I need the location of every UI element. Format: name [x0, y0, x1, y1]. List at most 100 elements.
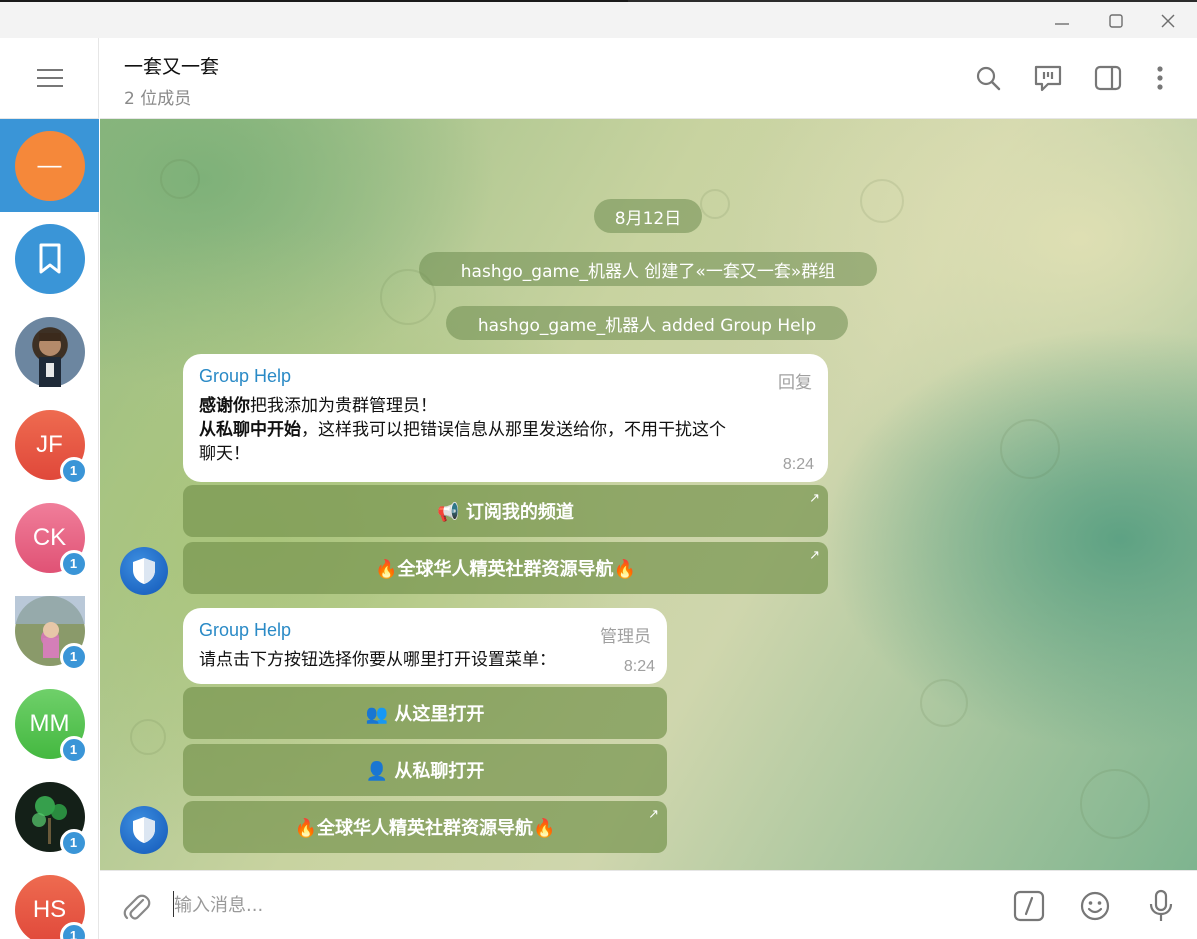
chat-item-hs[interactable]: HS 1 [0, 863, 99, 939]
photo-avatar-image [38, 332, 61, 387]
date-separator: 8月12日 [594, 199, 702, 233]
chat-background: 8月12日 hashgo_game_机器人 创建了«一套又一套»群组 hashg… [100, 119, 1197, 870]
background-doodle [1000, 419, 1060, 479]
message-text-part: ，这样我可以把错误信息从那里发送给你，不用干扰这个 [301, 420, 726, 440]
date-text: 8月12日 [614, 208, 682, 229]
bot-commands-button[interactable] [1010, 887, 1048, 925]
avatar-initials: CK [32, 523, 67, 551]
chat-item-contact-photo-3[interactable]: 1 [0, 770, 99, 863]
bot-command-icon [1013, 890, 1045, 922]
unread-badge: 1 [59, 921, 88, 939]
message-bold-text: 从私聊中开始 [199, 420, 301, 440]
service-message: hashgo_game_机器人 added Group Help [446, 306, 848, 340]
sidebar-toggle-icon [1094, 65, 1122, 91]
microphone-icon [1149, 889, 1173, 921]
background-doodle [160, 159, 200, 199]
chat-list-sidebar: — JF 1 CK 1 1 MM 1 1 HS 1 [0, 38, 99, 939]
chat-item-mm[interactable]: MM 1 [0, 677, 99, 770]
more-icon [1157, 66, 1163, 90]
attach-icon [123, 894, 151, 920]
shield-icon [133, 558, 155, 584]
shield-icon [133, 817, 155, 843]
chat-item-jf[interactable]: JF 1 [0, 398, 99, 491]
bot-avatar[interactable] [120, 806, 168, 854]
sender-name[interactable]: Group Help [199, 366, 291, 387]
message-text: 感谢你把我添加为贵群管理员！ 从私聊中开始，这样我可以把错误信息从那里发送给你，… [199, 394, 726, 466]
chat-item-ck[interactable]: CK 1 [0, 491, 99, 584]
avatar: CK 1 [14, 502, 88, 578]
avatar-initials: JF [36, 430, 63, 458]
chat-item-contact-photo-1[interactable] [0, 305, 99, 398]
service-message: hashgo_game_机器人 创建了«一套又一套»群组 [419, 252, 877, 286]
avatar-initials: HS [32, 895, 67, 923]
message-text-part: 把我添加为贵群管理员！ [250, 396, 437, 416]
avatar-initials: — [37, 151, 62, 179]
avatar: MM 1 [14, 688, 88, 764]
chat-item-contact-photo-2[interactable]: 1 [0, 584, 99, 677]
bot-avatar[interactable] [120, 547, 168, 595]
emoji-button[interactable] [1076, 887, 1114, 925]
maximize-icon [1109, 14, 1123, 28]
window-titlebar [0, 0, 1197, 38]
unread-badge: 1 [59, 642, 88, 671]
inline-button-open-private[interactable]: 👤 从私聊打开 [183, 744, 667, 796]
external-link-icon: ↗ [648, 807, 659, 822]
avatar: HS 1 [14, 874, 88, 939]
message-text: 请点击下方按钮选择你要从哪里打开设置菜单： [199, 650, 556, 670]
photo-avatar: 1 [14, 781, 88, 857]
service-message-text: hashgo_game_机器人 创建了«一套又一套»群组 [460, 261, 836, 282]
message-input[interactable] [174, 889, 994, 921]
background-doodle [700, 189, 730, 219]
titlebar-edge [0, 0, 628, 2]
menu-button[interactable] [0, 38, 99, 119]
chat-header: 一套又一套 2 位成员 [100, 38, 1197, 119]
inline-button-label: 👤 从私聊打开 [365, 761, 485, 782]
more-button[interactable] [1142, 60, 1178, 96]
unread-badge: 1 [59, 456, 88, 485]
voice-record-button[interactable] [1142, 887, 1180, 925]
maximize-button[interactable] [1090, 2, 1142, 40]
background-doodle [130, 719, 166, 755]
minimize-icon [1055, 23, 1069, 25]
sender-name[interactable]: Group Help [199, 620, 291, 641]
admin-tag: 管理员 [600, 627, 651, 647]
photo-avatar [14, 316, 85, 387]
avatar-initials: MM [29, 709, 70, 737]
message-composer [100, 870, 1197, 939]
service-message-text: hashgo_game_机器人 added Group Help [477, 315, 817, 336]
chat-title[interactable]: 一套又一套 [124, 52, 219, 79]
live-chat-icon [1034, 65, 1062, 92]
inline-button-resource-navigation[interactable]: 🔥全球华人精英社群资源导航🔥 ↗ [183, 801, 667, 853]
emoji-icon [1080, 891, 1110, 921]
unread-badge: 1 [59, 828, 88, 857]
sidebar-toggle-button[interactable] [1090, 60, 1126, 96]
live-chat-button[interactable] [1030, 60, 1066, 96]
inline-button-subscribe-channel[interactable]: 📢 订阅我的频道 ↗ [183, 485, 828, 537]
reply-tag: 回复 [778, 373, 812, 393]
attach-button[interactable] [118, 888, 154, 924]
avatar [14, 223, 85, 294]
minimize-button[interactable] [1036, 2, 1088, 40]
member-count: 2 位成员 [124, 89, 192, 109]
message-bubble[interactable]: Group Help 回复 感谢你把我添加为贵群管理员！ 从私聊中开始，这样我可… [183, 354, 828, 482]
external-link-icon: ↗ [809, 548, 820, 563]
inline-button-resource-navigation[interactable]: 🔥全球华人精英社群资源导航🔥 ↗ [183, 542, 828, 594]
avatar: JF 1 [14, 409, 88, 485]
inline-button-label: 🔥全球华人精英社群资源导航🔥 [375, 559, 636, 580]
chat-item-saved-messages[interactable] [0, 212, 99, 305]
bookmark-icon [39, 243, 60, 273]
inline-button-label: 👥 从这里打开 [365, 704, 485, 725]
hamburger-icon [36, 69, 63, 87]
inline-button-label: 📢 订阅我的频道 [437, 502, 574, 523]
search-button[interactable] [970, 60, 1006, 96]
external-link-icon: ↗ [809, 491, 820, 506]
background-doodle [860, 179, 904, 223]
chat-item-current-group[interactable]: — [0, 119, 99, 212]
background-doodle [920, 679, 968, 727]
photo-avatar: 1 [14, 595, 88, 671]
inline-button-open-here[interactable]: 👥 从这里打开 [183, 687, 667, 739]
message-bubble[interactable]: Group Help 管理员 请点击下方按钮选择你要从哪里打开设置菜单： 8:2… [183, 608, 667, 684]
message-time: 8:24 [623, 658, 655, 675]
unread-badge: 1 [59, 735, 88, 764]
close-button[interactable] [1142, 2, 1194, 40]
